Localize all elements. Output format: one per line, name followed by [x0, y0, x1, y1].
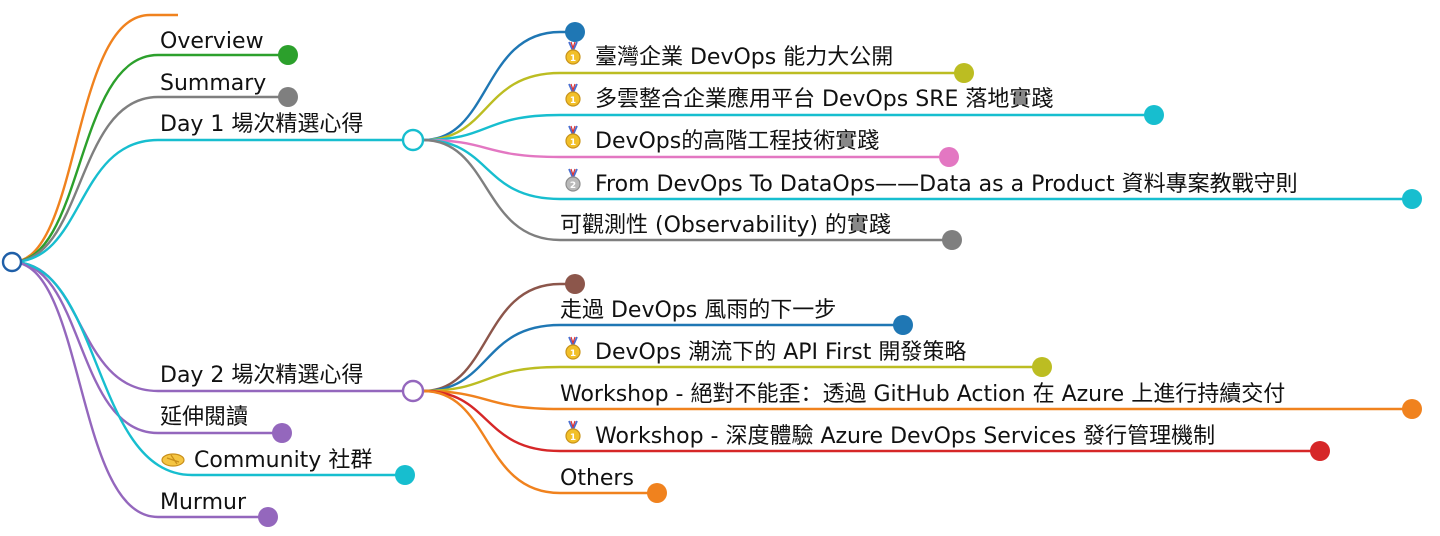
- svg-text:1: 1: [570, 349, 576, 359]
- day2_children-item-3[interactable]: Workshop - 絕對不能歪：透過 GitHub Action 在 Azur…: [560, 382, 1285, 407]
- handshake-icon: [161, 453, 185, 467]
- day2_children-dot-2[interactable]: [1032, 357, 1052, 377]
- day1_children-item-5[interactable]: 可觀測性 (Observability) 的實踐: [560, 213, 891, 238]
- node-day2-label[interactable]: Day 2 場次精選心得: [160, 363, 363, 388]
- gold-medal-icon: 1: [565, 420, 581, 444]
- day2_children-dot-3[interactable]: [1402, 399, 1422, 419]
- node-murmur-dot[interactable]: [258, 507, 278, 527]
- day2_children-item-5[interactable]: Others: [560, 466, 634, 491]
- day1_children-item-3[interactable]: DevOps的高階工程技術實踐: [595, 129, 879, 154]
- gold-medal-icon: 1: [565, 41, 581, 65]
- day1_children-item-2[interactable]: 多雲整合企業應用平台 DevOps SRE 落地實踐: [595, 86, 1053, 112]
- day1_children-dot-5[interactable]: [942, 230, 962, 250]
- svg-text:1: 1: [570, 138, 576, 148]
- node-reading-dot[interactable]: [272, 423, 292, 443]
- node-community-dot[interactable]: [395, 465, 415, 485]
- svg-text:2: 2: [570, 181, 576, 191]
- day1_children-item-1[interactable]: 臺灣企業 DevOps 能力大公開: [595, 45, 893, 70]
- node-overview-label[interactable]: Overview: [160, 29, 264, 54]
- svg-text:1: 1: [570, 54, 576, 64]
- node-day1-toggle[interactable]: [401, 128, 425, 152]
- node-day1-label[interactable]: Day 1 場次精選心得: [160, 112, 363, 137]
- node-summary-label[interactable]: Summary: [160, 71, 266, 96]
- day1_children-dot-1[interactable]: [954, 63, 974, 83]
- day1_children-dot-2[interactable]: [1144, 105, 1164, 125]
- node-overview-dot[interactable]: [278, 45, 298, 65]
- day2_children-dot-4[interactable]: [1310, 441, 1330, 461]
- day1_children-dot-3[interactable]: [939, 147, 959, 167]
- day2_children-dot-0[interactable]: [565, 274, 585, 294]
- day2_children-item-1[interactable]: 走過 DevOps 風雨的下一步: [560, 298, 836, 323]
- root-node[interactable]: [1, 251, 23, 273]
- day2_children-item-4[interactable]: Workshop - 深度體驗 Azure DevOps Services 發行…: [595, 424, 1215, 449]
- mindmap-canvas: Overview Summary Day 1 場次精選心得 Day 2 場次精選心得延…: [1, 13, 1422, 527]
- branch-edge-blank: [11, 13, 178, 264]
- day2_children-dot-1[interactable]: [893, 315, 913, 335]
- day1_children-dot-4[interactable]: [1402, 189, 1422, 209]
- gold-medal-icon: 1: [565, 83, 581, 107]
- day1_children-dot-0[interactable]: [565, 22, 585, 42]
- silver-medal-icon: 2: [565, 168, 581, 192]
- svg-text:1: 1: [570, 433, 576, 443]
- day2_children-item-2[interactable]: DevOps 潮流下的 API First 開發策略: [595, 340, 966, 365]
- day2_children-dot-5[interactable]: [647, 483, 667, 503]
- day1_children-item-4[interactable]: From DevOps To DataOps——Data as a Produc…: [595, 172, 1298, 197]
- svg-text:1: 1: [570, 96, 576, 106]
- node-community-label[interactable]: Community 社群: [194, 448, 372, 473]
- node-reading-label[interactable]: 延伸閱讀: [160, 405, 248, 430]
- gold-medal-icon: 1: [565, 336, 581, 360]
- node-summary-dot[interactable]: [278, 87, 298, 107]
- gold-medal-icon: 1: [565, 125, 581, 149]
- node-murmur-label[interactable]: Murmur: [160, 490, 247, 515]
- node-day2-toggle[interactable]: [401, 379, 425, 403]
